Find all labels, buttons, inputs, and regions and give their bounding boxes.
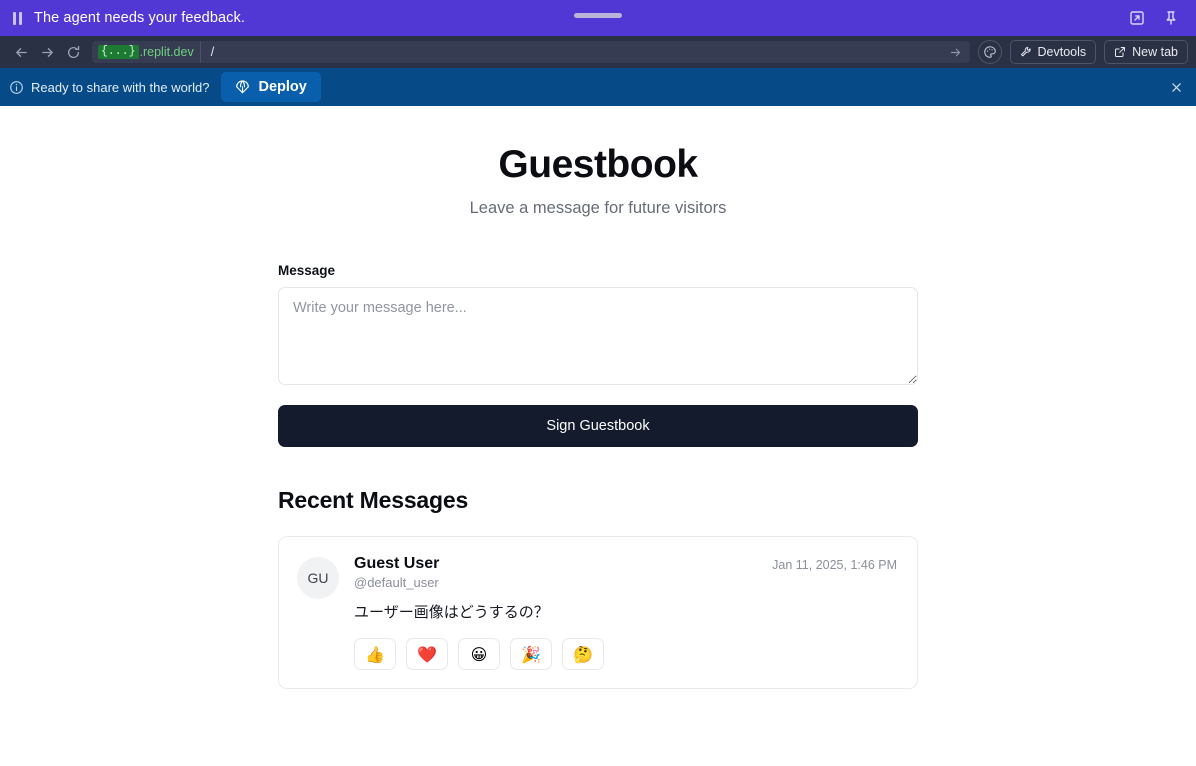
- palette-icon[interactable]: [977, 40, 1002, 64]
- back-arrow-icon[interactable]: [8, 40, 34, 64]
- new-tab-button[interactable]: New tab: [1104, 40, 1188, 64]
- message-handle: @default_user: [354, 575, 439, 590]
- guestbook-form: Message Sign Guestbook: [278, 263, 918, 447]
- devtools-button[interactable]: Devtools: [1009, 40, 1097, 64]
- sign-guestbook-button[interactable]: Sign Guestbook: [278, 405, 918, 447]
- page-title: Guestbook: [498, 143, 698, 186]
- forward-arrow-icon[interactable]: [34, 40, 60, 64]
- message-input[interactable]: [278, 287, 918, 385]
- close-icon[interactable]: [1156, 68, 1196, 106]
- message-timestamp: Jan 11, 2025, 1:46 PM: [772, 558, 897, 572]
- deploy-banner-text: Ready to share with the world?: [31, 79, 210, 95]
- agent-status-message: The agent needs your feedback.: [34, 10, 245, 26]
- new-tab-label: New tab: [1132, 45, 1178, 59]
- reaction-thinking[interactable]: 🤔: [562, 638, 604, 670]
- deploy-button[interactable]: Deploy: [221, 72, 321, 102]
- go-arrow-icon[interactable]: [949, 46, 966, 59]
- wrench-icon: [1020, 46, 1032, 58]
- browser-toolbar: {...} .replit.dev / Devtools New tab: [0, 36, 1196, 68]
- recent-messages-heading: Recent Messages: [278, 487, 469, 513]
- message-card: GU Guest User @default_user Jan 11, 2025…: [278, 536, 918, 689]
- deploy-label: Deploy: [258, 79, 307, 95]
- page-subtitle: Leave a message for future visitors: [469, 199, 727, 217]
- message-author-block: Guest User @default_user: [354, 555, 439, 590]
- message-label: Message: [278, 263, 336, 278]
- url-host: {...} .replit.dev: [92, 41, 201, 63]
- reaction-party-popper[interactable]: 🎉: [510, 638, 552, 670]
- reaction-thumbs-up[interactable]: 👍: [354, 638, 396, 670]
- page-content: Guestbook Leave a message for future vis…: [0, 106, 1196, 766]
- url-bar[interactable]: {...} .replit.dev /: [92, 41, 970, 63]
- info-icon: [8, 79, 24, 95]
- devtools-label: Devtools: [1037, 45, 1087, 59]
- reaction-grinning[interactable]: 😀: [458, 638, 500, 670]
- parachute-icon: [235, 79, 250, 95]
- url-subdomain-badge: {...}: [98, 45, 139, 59]
- pin-icon[interactable]: [1162, 9, 1180, 27]
- url-path: /: [210, 45, 215, 59]
- reload-icon[interactable]: [60, 40, 86, 64]
- message-body: Guest User @default_user Jan 11, 2025, 1…: [354, 555, 897, 670]
- deploy-banner: Ready to share with the world? Deploy: [0, 68, 1196, 106]
- agent-bar-actions: [1128, 9, 1186, 27]
- drag-handle[interactable]: [574, 13, 622, 18]
- reaction-bar: 👍 ❤️ 😀 🎉 🤔: [354, 638, 897, 670]
- content-container: Guestbook Leave a message for future vis…: [278, 106, 918, 689]
- agent-status-bar: The agent needs your feedback.: [0, 0, 1196, 36]
- message-header: Guest User @default_user Jan 11, 2025, 1…: [354, 555, 897, 590]
- pause-icon[interactable]: [10, 10, 24, 26]
- open-in-new-icon[interactable]: [1128, 9, 1146, 27]
- reaction-heart[interactable]: ❤️: [406, 638, 448, 670]
- external-link-icon: [1114, 46, 1126, 58]
- message-text: ユーザー画像はどうするの？: [354, 604, 549, 621]
- message-author: Guest User: [354, 555, 440, 572]
- avatar: GU: [297, 557, 339, 599]
- url-domain: .replit.dev: [139, 45, 194, 59]
